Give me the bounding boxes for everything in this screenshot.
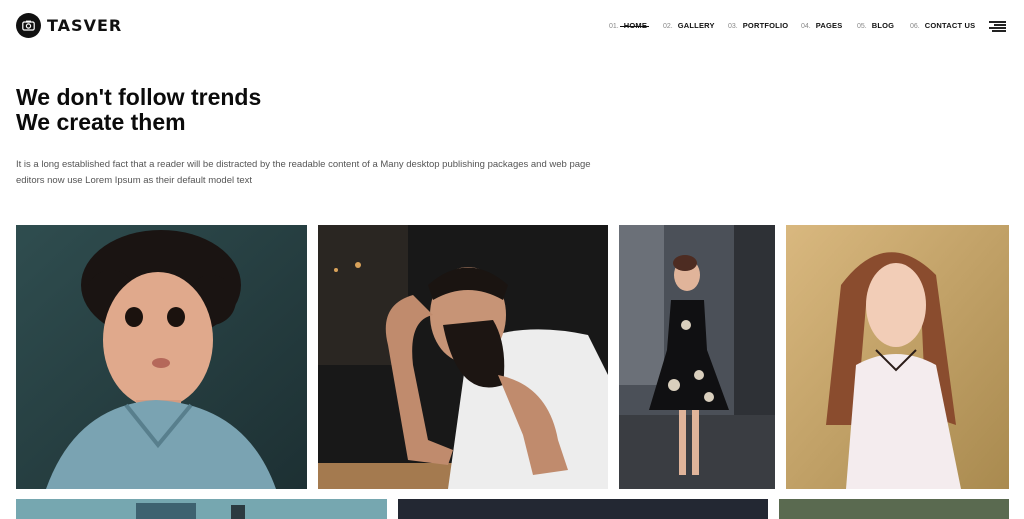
gallery-photo-child[interactable]	[16, 225, 307, 489]
nav-item-contact-us[interactable]: 06. CONTACT US	[910, 21, 975, 30]
gallery-photo-woman-floral-dress[interactable]	[619, 225, 775, 489]
nav-number: 01.	[609, 23, 619, 30]
nav-item-gallery[interactable]: 02. GALLERY	[663, 21, 715, 30]
page-title-line-1: We don't follow trends	[16, 84, 262, 110]
gallery-photo-row2-2[interactable]	[398, 499, 768, 519]
gallery-photo-woman-white-shirt[interactable]	[786, 225, 1009, 489]
page-title: We don't follow trends We create them	[16, 85, 516, 135]
nav-item-home[interactable]: 01. HOME	[609, 21, 650, 30]
nav-number: 03.	[728, 23, 738, 30]
gallery-photo-bearded-man[interactable]	[318, 225, 608, 489]
nav-label: BLOG	[871, 21, 895, 30]
nav-label: PAGES	[815, 21, 843, 30]
page-title-line-2: We create them	[16, 109, 186, 135]
menu-icon[interactable]	[989, 20, 1006, 32]
main-nav: 01. HOME 02. GALLERY 03. PORTFOLIO 04. P…	[0, 21, 1024, 33]
nav-label: CONTACT US	[924, 21, 976, 30]
nav-item-blog[interactable]: 05. BLOG	[857, 21, 894, 30]
nav-label: HOME	[619, 21, 650, 30]
nav-number: 05.	[857, 23, 867, 30]
nav-number: 02.	[663, 23, 673, 30]
hero-description: It is a long established fact that a rea…	[16, 159, 591, 186]
nav-number: 06.	[910, 23, 920, 30]
nav-item-portfolio[interactable]: 03. PORTFOLIO	[728, 21, 788, 30]
nav-label: PORTFOLIO	[742, 21, 789, 30]
nav-item-pages[interactable]: 04. PAGES	[801, 21, 842, 30]
gallery-photo-row2-3[interactable]	[779, 499, 1009, 519]
gallery-photo-row2-1[interactable]	[16, 499, 387, 519]
nav-number: 04.	[801, 23, 811, 30]
site-header: TASVER 01. HOME 02. GALLERY 03. PORTFOLI…	[0, 0, 1024, 52]
nav-label: GALLERY	[677, 21, 715, 30]
